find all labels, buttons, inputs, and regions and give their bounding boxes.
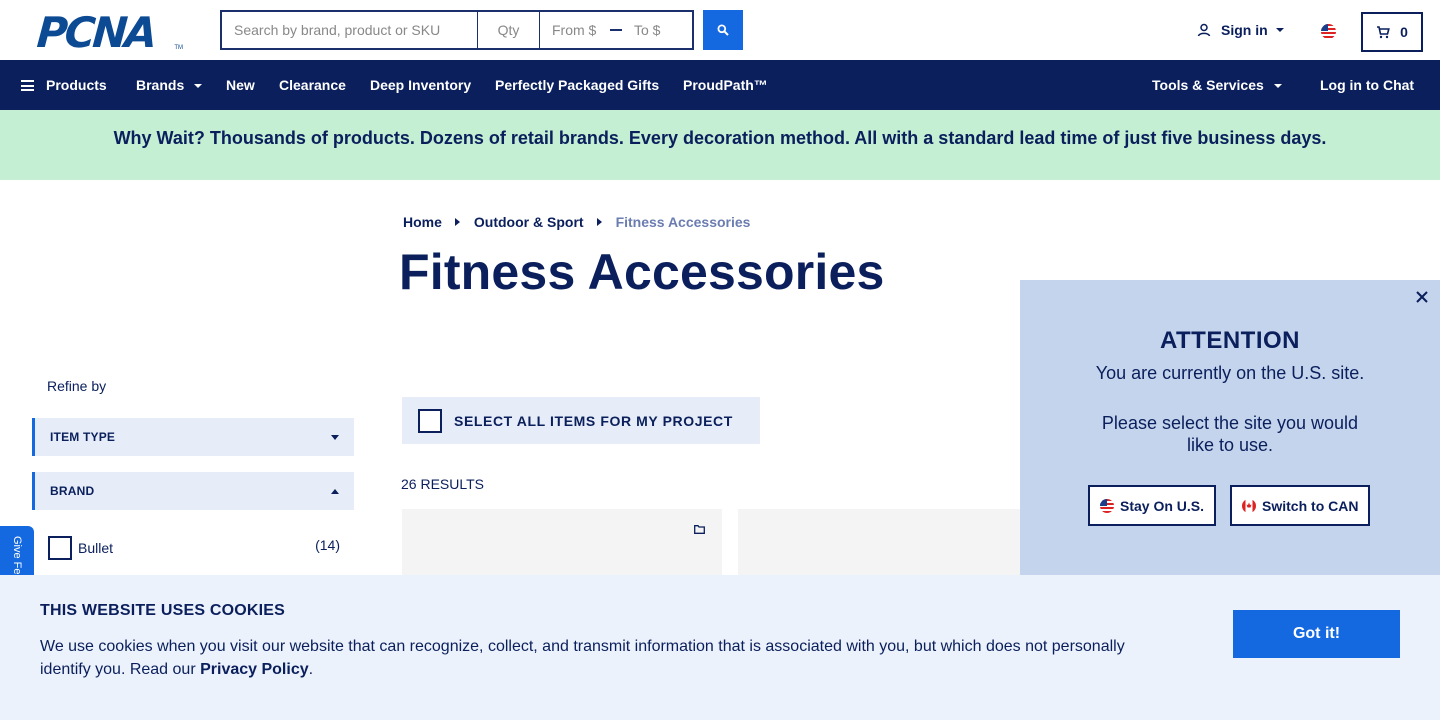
popup-instruction-text: Please select the site you would like to… <box>1101 413 1359 455</box>
select-all-items[interactable]: SELECT ALL ITEMS FOR MY PROJECT <box>402 397 760 444</box>
us-flag-icon <box>1100 498 1114 513</box>
nav-chat-login[interactable]: Log in to Chat <box>1320 60 1414 110</box>
us-flag-icon[interactable] <box>1321 24 1336 39</box>
select-all-label: SELECT ALL ITEMS FOR MY PROJECT <box>454 412 733 429</box>
cookie-title: THIS WEBSITE USES COOKIES <box>40 602 286 619</box>
popup-current-site-text: You are currently on the U.S. site. <box>1095 363 1365 383</box>
popup-buttons: Stay On U.S. Switch to CAN <box>1088 485 1371 526</box>
site-select-popup: ATTENTION You are currently on the U.S. … <box>1020 280 1440 580</box>
brand-filter-bullet[interactable]: Bullet (14) <box>48 536 340 560</box>
switch-can-label: Switch to CAN <box>1262 497 1359 514</box>
nav-brands-label: Brands <box>136 77 185 93</box>
user-icon <box>1197 23 1211 37</box>
chevron-right-icon <box>454 218 460 226</box>
stay-us-label: Stay On U.S. <box>1120 497 1205 514</box>
search-button[interactable] <box>703 10 743 50</box>
top-header: PCNA TM Sign in 0 <box>0 0 1440 60</box>
results-count: 26 RESULTS <box>401 476 484 492</box>
search-icon <box>717 24 729 36</box>
nav-gifts[interactable]: Perfectly Packaged Gifts <box>495 60 659 110</box>
qty-input[interactable] <box>478 12 540 48</box>
sign-in-label: Sign in <box>1221 22 1268 38</box>
cart-count: 0 <box>1400 24 1408 40</box>
breadcrumb-current: Fitness Accessories <box>615 214 751 230</box>
nav-new[interactable]: New <box>226 60 255 110</box>
chevron-down-icon <box>1273 84 1282 89</box>
cart-button[interactable]: 0 <box>1361 12 1423 52</box>
cookie-accept-button[interactable]: Got it! <box>1233 610 1400 658</box>
logo-text: PCNA <box>35 8 157 57</box>
chevron-right-icon <box>596 218 602 226</box>
page-title: Fitness Accessories <box>399 244 885 300</box>
price-to-input[interactable] <box>630 22 692 38</box>
nav-proudpath[interactable]: ProudPath™ <box>683 60 768 110</box>
nav-deep-inventory[interactable]: Deep Inventory <box>370 60 471 110</box>
menu-icon <box>21 80 34 91</box>
nav-products-label: Products <box>46 77 107 93</box>
privacy-policy-link[interactable]: Privacy Policy <box>200 661 309 678</box>
refine-by-label: Refine by <box>47 378 107 394</box>
chevron-up-icon <box>331 488 339 494</box>
nav-tools-label: Tools & Services <box>1152 77 1264 93</box>
chevron-down-icon <box>1275 28 1284 32</box>
facet-label: BRAND <box>50 484 95 498</box>
main-nav: Products Brands New Clearance Deep Inven… <box>0 60 1440 110</box>
facet-brand[interactable]: BRAND <box>32 472 354 510</box>
cookie-banner: THIS WEBSITE USES COOKIES We use cookies… <box>0 575 1440 720</box>
select-all-checkbox[interactable] <box>418 408 442 433</box>
chevron-down-icon <box>194 84 203 89</box>
search-input[interactable] <box>222 12 478 48</box>
brand-checkbox[interactable] <box>48 536 72 560</box>
folder-icon[interactable] <box>694 525 705 534</box>
promo-banner: Why Wait? Thousands of products. Dozens … <box>0 110 1440 180</box>
nav-clearance[interactable]: Clearance <box>279 60 346 110</box>
facet-label: ITEM TYPE <box>50 430 116 444</box>
canada-flag-icon <box>1242 498 1257 513</box>
sign-in-menu[interactable]: Sign in <box>1197 22 1284 38</box>
cookie-text: We use cookies when you visit our websit… <box>40 635 1150 681</box>
pcna-logo[interactable]: PCNA TM <box>35 8 185 57</box>
chevron-down-icon <box>331 434 339 440</box>
logo-trademark: TM <box>174 45 183 51</box>
stay-us-button[interactable]: Stay On U.S. <box>1088 485 1217 526</box>
popup-title: ATTENTION <box>1159 327 1301 354</box>
price-range <box>540 12 692 48</box>
close-icon[interactable] <box>1415 290 1429 304</box>
brand-count: (14) <box>315 537 340 553</box>
brand-label: Bullet <box>78 540 114 556</box>
breadcrumb: Home Outdoor & Sport Fitness Accessories <box>403 214 750 230</box>
cookie-period: . <box>308 661 314 678</box>
nav-tools-services[interactable]: Tools & Services <box>1152 60 1282 110</box>
price-from-input[interactable] <box>540 22 610 38</box>
cart-icon <box>1377 25 1390 38</box>
price-range-dash <box>610 29 622 31</box>
facet-item-type[interactable]: ITEM TYPE <box>32 418 354 456</box>
search-bar <box>220 10 694 50</box>
switch-can-button[interactable]: Switch to CAN <box>1230 485 1371 526</box>
nav-brands[interactable]: Brands <box>136 60 203 110</box>
breadcrumb-category[interactable]: Outdoor & Sport <box>474 214 584 230</box>
breadcrumb-home[interactable]: Home <box>403 214 442 230</box>
nav-products[interactable]: Products <box>21 60 107 110</box>
promo-text: Why Wait? Thousands of products. Dozens … <box>113 127 1327 148</box>
